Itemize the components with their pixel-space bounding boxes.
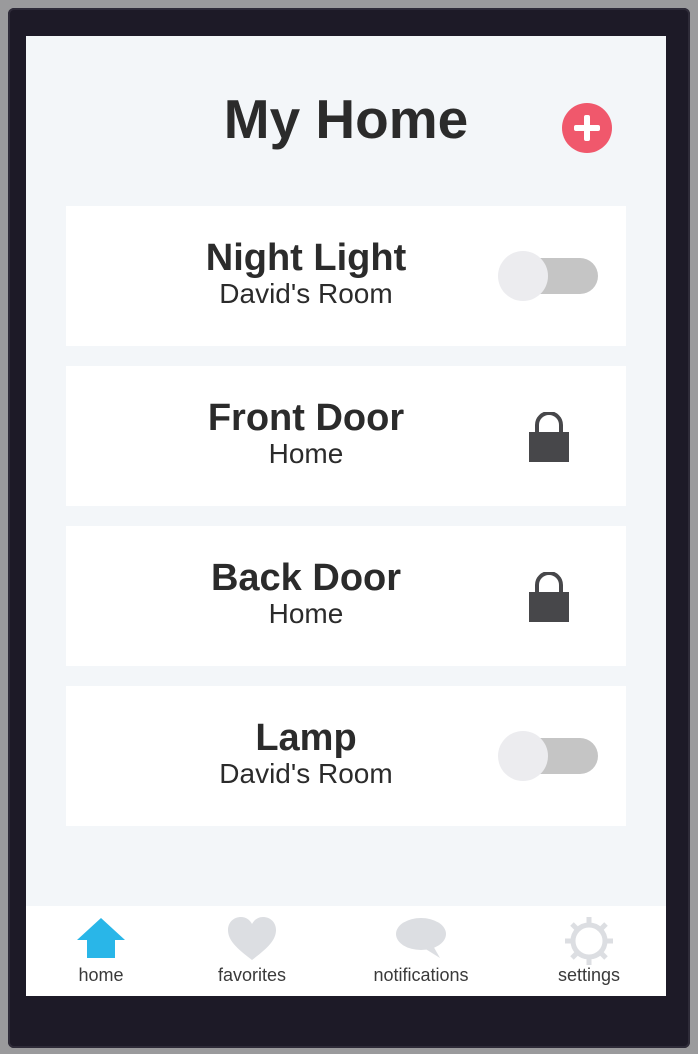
device-card-night-light[interactable]: Night Light David's Room	[66, 206, 626, 346]
tab-notifications[interactable]: notifications	[336, 906, 506, 996]
device-location: David's Room	[219, 278, 393, 309]
device-name: Lamp	[255, 717, 357, 759]
gear-icon	[565, 917, 613, 965]
device-name: Night Light	[205, 237, 407, 279]
device-name: Front Door	[207, 397, 405, 439]
device-location: David's Room	[219, 758, 393, 789]
night-light-toggle[interactable]	[498, 251, 598, 301]
tab-home[interactable]: home	[26, 906, 176, 996]
device-card-lamp[interactable]: Lamp David's Room	[66, 686, 626, 826]
tab-label: favorites	[217, 965, 287, 985]
app-screen	[26, 36, 666, 996]
device-location: Home	[268, 438, 344, 469]
toggle-knob	[498, 731, 548, 781]
speech-bubble-icon	[396, 918, 446, 958]
tab-label: notifications	[373, 965, 469, 985]
tab-favorites[interactable]: favorites	[176, 906, 328, 996]
tab-settings[interactable]: settings	[514, 906, 664, 996]
lock-icon[interactable]	[528, 412, 570, 462]
lock-icon[interactable]	[528, 572, 570, 622]
tab-label: settings	[557, 965, 621, 985]
device-name: Back Door	[210, 557, 402, 599]
toggle-knob	[498, 251, 548, 301]
add-device-button[interactable]	[562, 103, 612, 153]
device-location: Home	[268, 598, 344, 629]
heart-icon	[228, 917, 276, 960]
bottom-tab-bar: home favorites notifications settings	[26, 906, 666, 996]
device-card-front-door[interactable]: Front Door Home	[66, 366, 626, 506]
tab-label: home	[78, 965, 124, 985]
device-card-back-door[interactable]: Back Door Home	[66, 526, 626, 666]
lamp-toggle[interactable]	[498, 731, 598, 781]
home-icon	[77, 918, 125, 958]
